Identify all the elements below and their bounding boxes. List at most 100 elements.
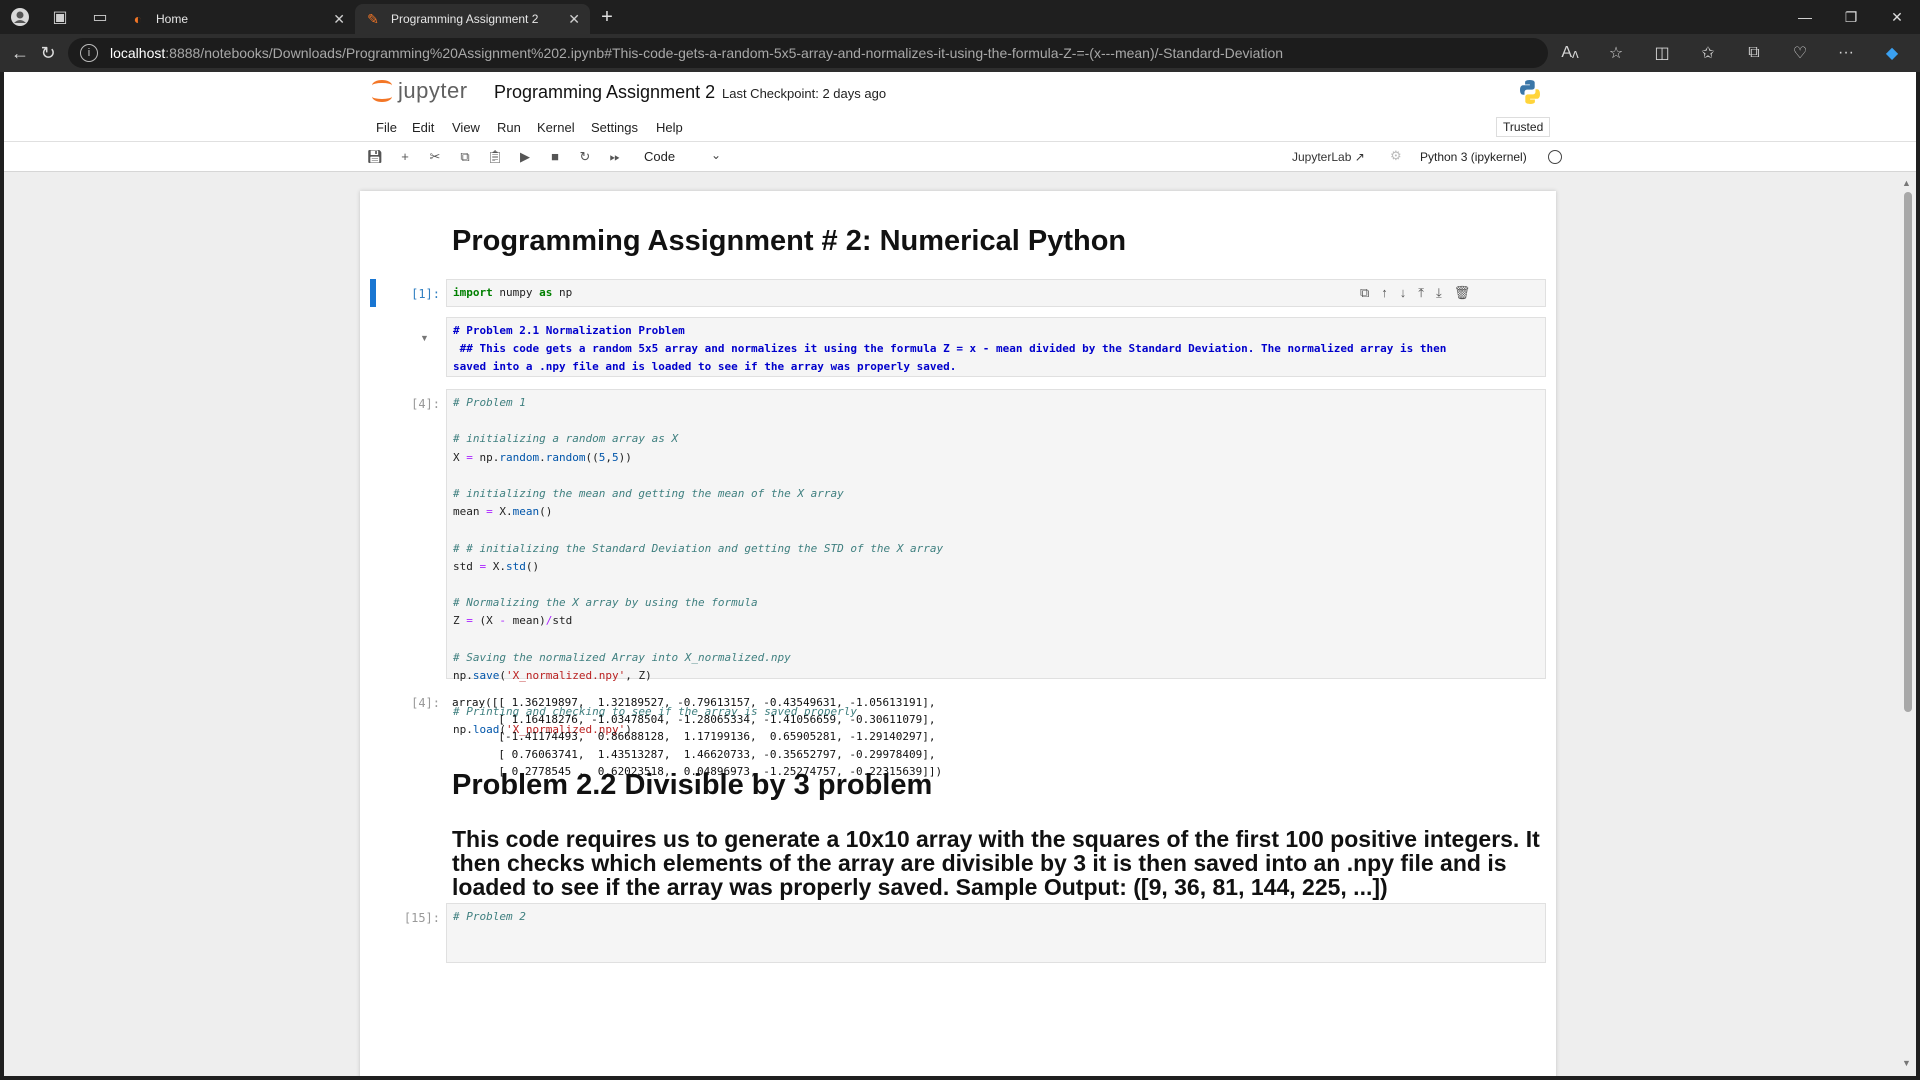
output-prompt: [4]: <box>411 696 440 710</box>
code-line: mean = X.mean() <box>453 505 553 519</box>
markdown-line: # Problem 2.1 Normalization Problem <box>453 324 685 337</box>
favorite-star-icon[interactable]: ☆ <box>1594 38 1638 68</box>
collapse-chevron-icon[interactable]: ▼ <box>420 333 429 343</box>
save-icon[interactable]: 💾︎ <box>366 149 384 165</box>
workspaces-icon[interactable]: ▣ <box>40 0 80 34</box>
site-info-icon[interactable]: i <box>80 44 98 62</box>
jupyter-logo-text: jupyter <box>398 78 468 103</box>
stop-icon[interactable]: ■ <box>546 149 564 164</box>
kernel-settings-icon: ⚙ <box>1390 148 1402 163</box>
url-field[interactable]: i localhost:8888/notebooks/Downloads/Pro… <box>68 38 1548 68</box>
add-cell-icon[interactable]: + <box>396 149 414 164</box>
last-checkpoint: Last Checkpoint: 2 days ago <box>722 86 887 101</box>
close-tab-icon[interactable]: ✕ <box>568 11 580 28</box>
jupyter-logo[interactable]: jupyter <box>372 78 468 104</box>
refresh-icon[interactable]: ↻ <box>34 38 62 68</box>
browser-essentials-icon[interactable]: ♡ <box>1778 38 1822 68</box>
profile-icon[interactable] <box>0 0 40 34</box>
output-line: [-1.41174493, 0.86688128, 1.17199136, 0.… <box>452 730 936 744</box>
cell-prompt: [15]: <box>403 911 440 925</box>
browser-tab-bar: ▣ ▭ ◐ Home ✕ ✎ Programming Assignment 2 … <box>0 0 1920 34</box>
page-scrollbar[interactable]: ▲ ▼ <box>1902 178 1914 1068</box>
code-line: # # initializing the Standard Deviation … <box>453 541 944 555</box>
move-down-icon[interactable]: ↓ <box>1400 285 1407 301</box>
tab-home[interactable]: ◐ Home ✕ <box>120 4 355 34</box>
cell-prompt: [4]: <box>411 397 440 411</box>
code-line: # Saving the normalized Array into X_nor… <box>453 650 791 664</box>
menu-help[interactable]: Help <box>656 120 683 135</box>
menu-settings[interactable]: Settings <box>591 120 638 135</box>
jupyter-favicon-icon: ◐ <box>133 11 143 27</box>
close-tab-icon[interactable]: ✕ <box>333 11 345 28</box>
minimize-icon[interactable]: — <box>1782 0 1828 34</box>
copy-icon[interactable]: ⧉ <box>456 149 474 165</box>
menu-view[interactable]: View <box>452 120 480 135</box>
cell-toolbar: ⧉ ↑ ↓ ⤒ ⤓ 🗑︎ <box>1360 285 1470 301</box>
read-aloud-icon[interactable]: Aʌ <box>1548 38 1592 68</box>
notebook-favicon-icon: ✎ <box>367 10 379 27</box>
new-tab-button[interactable]: + <box>590 6 624 29</box>
markdown-cell-problem-2-1[interactable]: # Problem 2.1 Normalization Problem ## T… <box>446 317 1546 377</box>
insert-above-icon[interactable]: ⤒ <box>1418 285 1424 301</box>
kernel-status-icon <box>1548 150 1562 164</box>
tab-programming-assignment[interactable]: ✎ Programming Assignment 2 ✕ <box>355 4 590 34</box>
collections-icon[interactable]: ⧉ <box>1732 38 1776 68</box>
jupyter-header: jupyter Programming Assignment 2 Last Ch… <box>4 72 1916 112</box>
code-line: # initializing a random array as X <box>453 432 679 446</box>
scroll-up-icon[interactable]: ▲ <box>1902 178 1911 188</box>
jupyter-page: jupyter Programming Assignment 2 Last Ch… <box>4 72 1916 1076</box>
output-line: array([[ 1.36219897, 1.32189527, -0.7961… <box>452 696 936 709</box>
more-options-icon[interactable]: ··· <box>1824 38 1868 68</box>
restore-icon[interactable]: ❐ <box>1828 0 1874 34</box>
scrollbar-thumb[interactable] <box>1904 192 1912 712</box>
delete-cell-icon[interactable]: 🗑︎ <box>1454 285 1471 301</box>
back-icon[interactable]: ← <box>6 38 34 68</box>
code-cell-problem-2[interactable]: # Problem 2 <box>446 903 1546 963</box>
output-line: [ 0.76063741, 1.43513287, 1.46620733, -0… <box>452 747 936 761</box>
restart-run-all-icon[interactable]: ⏩︎ <box>606 149 624 165</box>
cell-type-select[interactable]: Code <box>644 149 675 164</box>
notebook-title[interactable]: Programming Assignment 2 <box>494 82 715 103</box>
jupyterlab-label: JupyterLab <box>1292 150 1352 164</box>
copilot-icon[interactable]: ◆ <box>1870 38 1914 68</box>
move-up-icon[interactable]: ↑ <box>1381 285 1388 301</box>
chevron-down-icon[interactable]: ⌄ <box>711 148 721 162</box>
insert-below-icon[interactable]: ⤓ <box>1436 285 1442 301</box>
split-screen-icon[interactable]: ◫ <box>1640 38 1684 68</box>
markdown-line: saved into a .npy file and is loaded to … <box>453 360 957 374</box>
jupyter-logo-icon <box>372 78 394 104</box>
close-window-icon[interactable]: ✕ <box>1874 0 1920 34</box>
tab-actions-icon[interactable]: ▭ <box>80 0 120 34</box>
kernel-name[interactable]: Python 3 (ipykernel) <box>1420 150 1527 164</box>
url-path: :8888/notebooks/Downloads/Programming%20… <box>165 45 1284 61</box>
code-line: Z = (X - mean)/std <box>453 614 573 628</box>
address-bar-row: ← ↻ i localhost:8888/notebooks/Downloads… <box>0 34 1920 72</box>
tab-title: Programming Assignment 2 <box>391 12 539 26</box>
code-line: std = X.std() <box>453 559 540 573</box>
paste-icon[interactable]: 📋︎ <box>486 149 504 165</box>
trusted-indicator[interactable]: Trusted <box>1496 117 1551 137</box>
menu-file[interactable]: File <box>376 120 397 135</box>
cell-prompt: [1]: <box>411 287 440 301</box>
cut-icon[interactable]: ✂ <box>426 149 444 165</box>
menu-kernel[interactable]: Kernel <box>537 120 575 135</box>
python-logo-icon <box>1520 80 1540 104</box>
url-host: localhost <box>110 45 166 61</box>
tab-title: Home <box>156 12 189 26</box>
code-cell-problem-1[interactable]: # Problem 1 # initializing a random arra… <box>446 389 1546 736</box>
scroll-down-icon[interactable]: ▼ <box>1902 1058 1911 1068</box>
menu-edit[interactable]: Edit <box>412 120 434 135</box>
menu-run[interactable]: Run <box>497 120 521 135</box>
browser-toolbar-icons: Aʌ ☆ ◫ ✩ ⧉ ♡ ··· ◆ <box>1548 38 1914 68</box>
jupyterlab-link[interactable]: JupyterLab ↗ <box>1292 150 1365 164</box>
restart-icon[interactable]: ↻ <box>576 149 594 165</box>
duplicate-cell-icon[interactable]: ⧉ <box>1360 285 1369 301</box>
cell-output-array: array([[ 1.36219897, 1.32189527, -0.7961… <box>452 694 942 780</box>
favorites-icon[interactable]: ✩ <box>1686 38 1730 68</box>
run-icon[interactable]: ▶ <box>516 149 534 165</box>
